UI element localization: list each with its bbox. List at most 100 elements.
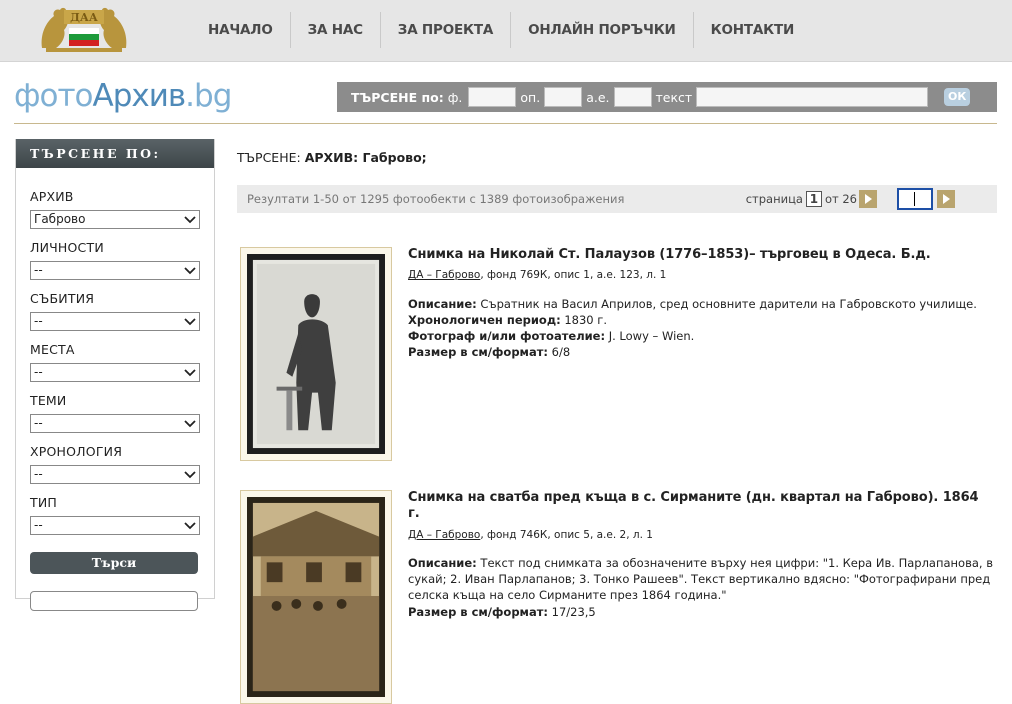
filter-persons: ЛИЧНОСТИ -- <box>30 240 200 280</box>
select-value: -- <box>34 518 43 532</box>
filter-topics: ТЕМИ -- <box>30 393 200 433</box>
filter-label: АРХИВ <box>30 189 74 204</box>
filter-archive: АРХИВ Габрово <box>30 189 200 229</box>
filter-events: СЪБИТИЯ -- <box>30 291 200 331</box>
source-details: , фонд 769К, опис 1, а.е. 123, л. 1 <box>480 269 667 282</box>
item-source: ДА – Габрово, фонд 746К, опис 5, а.е. 2,… <box>408 527 993 543</box>
archive-link[interactable]: ДА – Габрово <box>408 269 480 281</box>
filter-places: МЕСТА -- <box>30 342 200 382</box>
item-info: Снимка на сватба пред къща в с. Сирманит… <box>408 490 993 620</box>
select-value: -- <box>34 416 43 430</box>
archive-crest-logo[interactable]: ДАА <box>36 4 132 54</box>
field-label: Описание: <box>408 555 477 570</box>
sidebar-search-button[interactable]: Търси <box>30 552 198 574</box>
text-caret <box>914 192 915 206</box>
sidebar-filters: ТЪРСЕНЕ ПО: АРХИВ Габрово ЛИЧНОСТИ -- СЪ… <box>15 139 215 611</box>
field-label: Размер в см/формат: <box>408 345 548 360</box>
results-bar: Резултати 1-50 от 1295 фотообекти с 1389… <box>237 185 997 213</box>
brand-part-photo: фото <box>14 78 93 114</box>
filter-chronology: ХРОНОЛОГИЯ -- <box>30 444 200 484</box>
chevron-down-icon <box>184 318 196 326</box>
brand-part-domain: .bg <box>185 78 232 114</box>
events-select[interactable]: -- <box>30 312 200 331</box>
text-search-input[interactable] <box>696 87 929 107</box>
opis-label: оп. <box>520 89 541 105</box>
archive-link[interactable]: ДА – Габрово <box>408 529 480 541</box>
archive-select[interactable]: Габрово <box>30 210 200 229</box>
search-ok-button[interactable]: ОК <box>944 88 971 106</box>
chevron-down-icon <box>184 420 196 428</box>
search-query: ТЪРСЕНЕ: АРХИВ: Габрово; <box>237 150 427 165</box>
page-jump-input[interactable] <box>897 188 933 210</box>
sidebar-secondary-button[interactable] <box>30 591 198 611</box>
item-size: Размер в см/формат: 17/23,5 <box>408 604 993 620</box>
field-value: Съратник на Васил Априлов, сред основнит… <box>476 296 977 311</box>
field-label: Размер в см/формат: <box>408 604 548 619</box>
photo-thumbnail[interactable] <box>240 247 392 461</box>
item-info: Снимка на Николай Ст. Палаузов (1776–185… <box>408 247 993 361</box>
select-value: -- <box>34 467 43 481</box>
chronology-select[interactable]: -- <box>30 465 200 484</box>
item-photographer: Фотограф и/или фотоателие: J. Lowy – Wie… <box>408 328 993 344</box>
fond-input[interactable] <box>468 87 517 107</box>
chevron-down-icon <box>184 267 196 275</box>
filter-label: ТЕМИ <box>30 393 67 408</box>
filter-label: ХРОНОЛОГИЯ <box>30 444 123 459</box>
arrow-right-icon <box>865 194 872 204</box>
opis-input[interactable] <box>544 87 583 107</box>
select-value: Габрово <box>34 212 86 226</box>
item-description: Описание: Текст под снимката за обозначе… <box>408 555 993 604</box>
item-description: Описание: Съратник на Васил Априлов, сре… <box>408 296 993 312</box>
arrow-right-icon <box>943 194 950 204</box>
ae-input[interactable] <box>613 87 652 107</box>
field-value: 1830 г. <box>560 312 607 327</box>
item-source: ДА – Габрово, фонд 769К, опис 1, а.е. 12… <box>408 267 993 283</box>
wedding-house-photo-image <box>247 497 385 697</box>
type-select[interactable]: -- <box>30 516 200 535</box>
page-label: страница <box>745 192 803 206</box>
quick-search-bar: ТЪРСЕНЕ по: ф. оп. а.е. текст ОК <box>337 82 997 112</box>
persons-select[interactable]: -- <box>30 261 200 280</box>
brand-part-archive: Архив <box>92 78 187 114</box>
nav-online-orders[interactable]: ОНЛАЙН ПОРЪЧКИ <box>511 12 694 48</box>
nav-contacts[interactable]: КОНТАКТИ <box>694 12 811 48</box>
topics-select[interactable]: -- <box>30 414 200 433</box>
text-label: текст <box>655 89 693 105</box>
item-title[interactable]: Снимка на сватба пред къща в с. Сирманит… <box>408 490 993 523</box>
query-value: АРХИВ: Габрово; <box>304 150 427 165</box>
filter-label: СЪБИТИЯ <box>30 291 95 306</box>
site-brand-logo[interactable]: фотоАрхив.bg <box>14 76 232 116</box>
field-value: 6/8 <box>547 345 571 360</box>
item-period: Хронологичен период: 1830 г. <box>408 312 993 328</box>
photo-thumbnail[interactable] <box>240 490 392 704</box>
nav-home[interactable]: НАЧАЛО <box>191 12 291 48</box>
current-page: 1 <box>805 191 822 207</box>
filter-label: ТИП <box>30 495 57 510</box>
query-prefix: ТЪРСЕНЕ: <box>237 150 301 165</box>
portrait-photo-image <box>247 254 385 454</box>
filter-label: ЛИЧНОСТИ <box>30 240 104 255</box>
chevron-down-icon <box>184 522 196 530</box>
field-value: J. Lowy – Wien. <box>605 329 695 344</box>
field-value: 17/23,5 <box>547 604 596 619</box>
header-divider <box>14 123 997 124</box>
nav-project[interactable]: ЗА ПРОЕКТА <box>381 12 512 48</box>
page-total: от 26 <box>824 192 857 206</box>
go-page-button[interactable] <box>937 190 955 208</box>
search-label: ТЪРСЕНЕ по: <box>351 89 444 105</box>
item-title[interactable]: Снимка на Николай Ст. Палаузов (1776–185… <box>408 247 993 263</box>
nav-about[interactable]: ЗА НАС <box>291 12 381 48</box>
places-select[interactable]: -- <box>30 363 200 382</box>
chevron-down-icon <box>184 471 196 479</box>
results-count: Резултати 1-50 от 1295 фотообекти с 1389… <box>247 192 625 206</box>
chevron-down-icon <box>184 216 196 224</box>
field-label: Фотограф и/или фотоателие: <box>408 329 606 344</box>
field-value: Текст под снимката за обозначените върху… <box>408 555 993 603</box>
top-bar: ДАА НАЧАЛО ЗА НАС ЗА ПРОЕКТА ОНЛАЙН ПОРЪ… <box>0 0 1012 62</box>
select-value: -- <box>34 365 43 379</box>
select-value: -- <box>34 314 43 328</box>
filter-label: МЕСТА <box>30 342 75 357</box>
next-page-button[interactable] <box>859 190 877 208</box>
svg-text:ДАА: ДАА <box>70 11 98 24</box>
source-details: , фонд 746К, опис 5, а.е. 2, л. 1 <box>480 528 653 541</box>
